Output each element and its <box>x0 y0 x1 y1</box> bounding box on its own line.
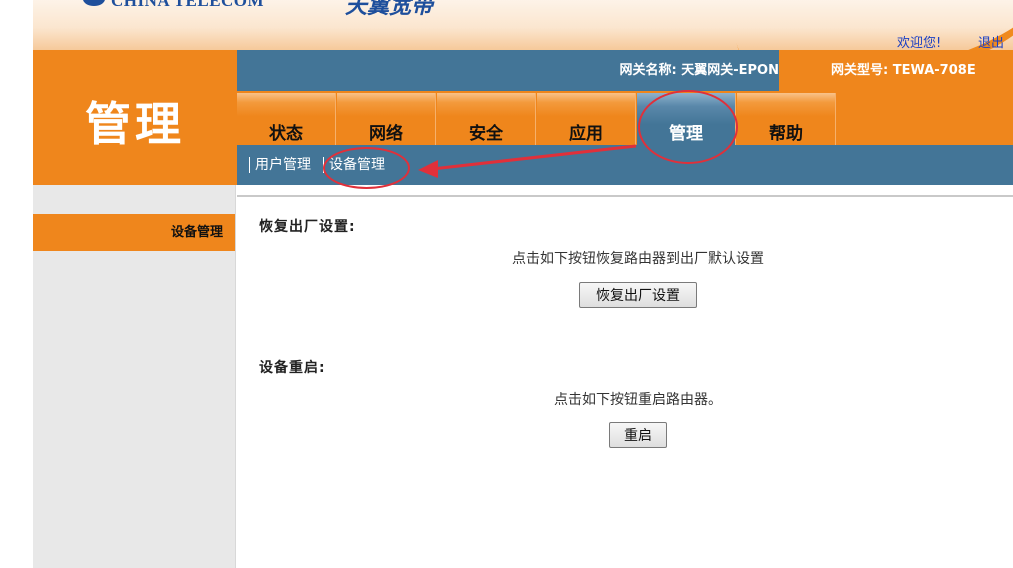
page-title: 管理 <box>85 97 185 151</box>
tab-help[interactable]: 帮助 <box>737 93 836 145</box>
tab-security[interactable]: 安全 <box>437 93 536 145</box>
tab-network[interactable]: 网络 <box>337 93 436 145</box>
main-tabs: 状态 网络 安全 应用 管理 帮助 <box>237 91 1013 145</box>
sidebar-item-device-management[interactable]: 设备管理 <box>33 214 235 251</box>
welcome-text: 欢迎您! <box>897 36 942 50</box>
brand-text: 天翼宽带 <box>345 0 434 18</box>
restore-description: 点击如下按钮恢复路由器到出厂默认设置 <box>512 251 764 267</box>
tab-applications[interactable]: 应用 <box>537 93 636 145</box>
gateway-name: 网关名称: 天翼网关-EPON <box>619 63 779 78</box>
banner-swoosh <box>721 0 1013 50</box>
page-title-block: 管理 <box>33 50 237 185</box>
content-top-divider <box>237 195 1013 197</box>
logo-text: CHINA TELECOM <box>111 0 265 10</box>
annotation-ring-device-management <box>323 147 410 189</box>
reboot-button[interactable]: 重启 <box>609 422 667 448</box>
gateway-model: 网关型号: TEWA-708E <box>779 50 1013 91</box>
annotation-ring-management-tab <box>638 90 738 164</box>
restore-factory-button[interactable]: 恢复出厂设置 <box>579 282 697 308</box>
restore-section-title: 恢复出厂设置: <box>259 219 356 235</box>
subnav-user-management[interactable]: 用户管理 <box>249 157 311 173</box>
reboot-description: 点击如下按钮重启路由器。 <box>554 392 722 408</box>
info-bar: 网关名称: 天翼网关-EPON 网关型号: TEWA-708E <box>237 50 1013 91</box>
china-telecom-logo-icon <box>83 0 105 6</box>
top-banner: CHINA TELECOM 天翼宽带 欢迎您! 退出 <box>33 0 1013 50</box>
sidebar: 设备管理 <box>33 185 235 568</box>
logout-link[interactable]: 退出 <box>978 32 1004 50</box>
reboot-section-title: 设备重启: <box>259 360 326 376</box>
sidebar-divider <box>235 185 236 568</box>
tab-status[interactable]: 状态 <box>237 93 336 145</box>
